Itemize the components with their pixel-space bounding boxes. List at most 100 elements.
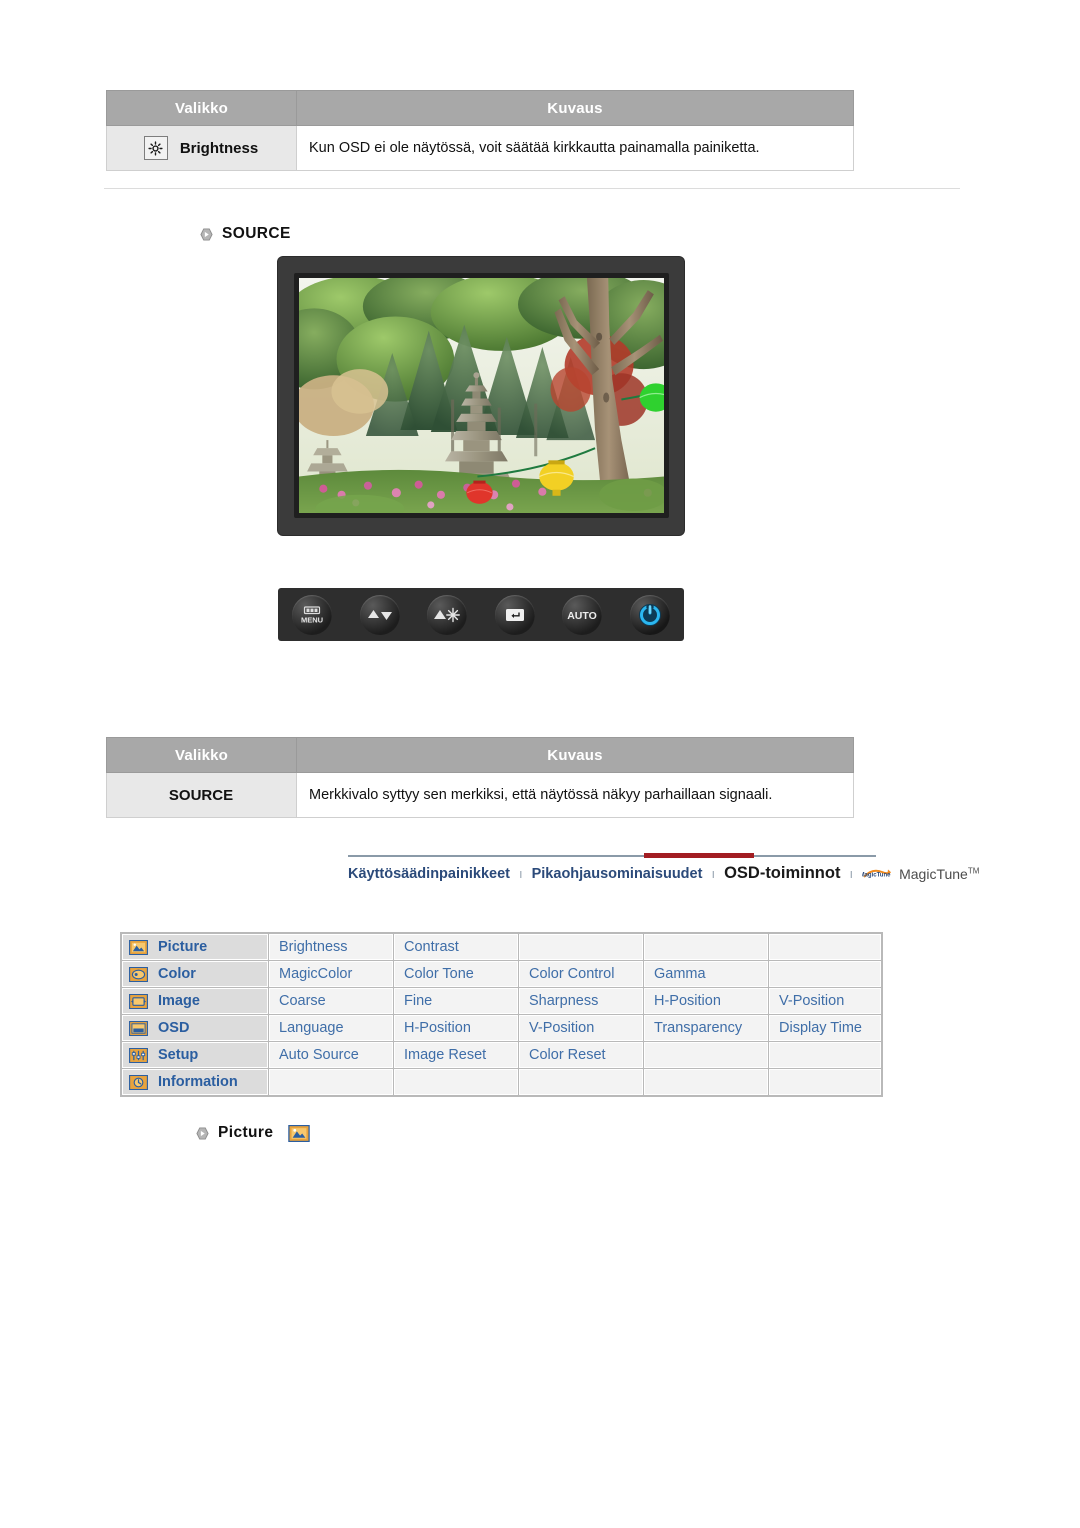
brightness-menu-label: Brightness [179,139,259,157]
picture-icon [288,1124,311,1142]
osd-item[interactable]: Color Control [519,961,643,987]
brightness-description-cell: Kun OSD ei ole näytössä, voit säätää kir… [296,125,854,171]
osd-item-empty [394,1069,518,1095]
table-row: Brightness Kun OSD ei ole näytössä, voit… [106,125,854,171]
osd-item-empty [519,1069,643,1095]
magictune-logo-icon: MagicTune [862,867,892,881]
osd-item[interactable]: V-Position [519,1015,643,1041]
osd-item-empty [644,934,768,960]
enter-screen-icon [505,608,524,621]
auto-button[interactable]: AUTO [562,594,603,635]
table-header-row: Valikko Kuvaus [106,90,854,126]
osd-item[interactable]: H-Position [644,988,768,1014]
osd-item[interactable]: Image Reset [394,1042,518,1068]
setup-icon [129,1047,148,1063]
color-icon [129,966,148,982]
osd-row-setup: Setup Auto Source Image Reset Color Rese… [122,1042,881,1068]
osd-item[interactable]: Color Tone [394,961,518,987]
osd-row-picture: Picture Brightness Contrast [122,934,881,960]
svg-text:AUTO: AUTO [568,610,598,622]
nav-separator: ı [711,866,716,881]
osd-item[interactable]: V-Position [769,988,881,1014]
osd-category-osd[interactable]: OSD [122,1015,268,1041]
osd-row-image: Image Coarse Fine Sharpness H-Position V… [122,988,881,1014]
power-button[interactable] [629,594,670,635]
trademark-mark: TM [967,865,980,875]
svg-text:MENU: MENU [301,615,323,624]
source-menu-cell: SOURCE [106,772,297,818]
osd-item-empty [519,934,643,960]
nav-separator: ı [849,866,854,881]
osd-row-color: Color MagicColor Color Tone Color Contro… [122,961,881,987]
osd-row-information: Information [122,1069,881,1095]
nav-item-osd-toiminnot[interactable]: OSD-toiminnot [724,864,840,883]
osd-item[interactable]: Coarse [269,988,393,1014]
osd-item[interactable]: Display Time [769,1015,881,1041]
osd-menu-matrix: Picture Brightness Contrast Color MagicC… [120,932,883,1097]
source-description-cell: Merkkivalo syttyy sen merkiksi, että näy… [296,772,854,818]
monitor-control-button-bar: MENU AUTO [278,588,684,641]
osd-category-color[interactable]: Color [122,961,268,987]
osd-item[interactable]: Transparency [644,1015,768,1041]
column-header-kuvaus: Kuvaus [296,737,854,773]
picture-icon [129,939,148,955]
osd-category-image[interactable]: Image [122,988,268,1014]
nav-active-marker [644,853,754,858]
osd-item[interactable]: Auto Source [269,1042,393,1068]
picture-heading-label: Picture [218,1124,274,1141]
nav-item-pikaohjausominaisuudet[interactable]: Pikaohjausominaisuudet [532,866,703,882]
brightness-menu-cell: Brightness [106,125,297,171]
image-icon [129,993,148,1009]
osd-category-label: Information [158,1074,238,1090]
source-heading-label: SOURCE [222,225,291,242]
osd-item-empty [269,1069,393,1095]
table-header-row: Valikko Kuvaus [106,737,854,773]
osd-item[interactable]: Gamma [644,961,768,987]
osd-item[interactable]: Contrast [394,934,518,960]
hex-bullet-icon [196,1126,209,1140]
up-down-arrow-icon [367,609,392,620]
brightness-button[interactable] [427,594,468,635]
osd-item-empty [644,1069,768,1095]
osd-item-empty [769,1042,881,1068]
osd-item[interactable]: Sharpness [519,988,643,1014]
auto-text-icon: AUTO [568,610,598,622]
source-section-heading: SOURCE [200,225,291,243]
osd-item[interactable]: Language [269,1015,393,1041]
osd-item[interactable]: Brightness [269,934,393,960]
magictune-label[interactable]: MagicTuneTM [899,866,979,882]
nav-rule [348,853,876,858]
brightness-description-table: Valikko Kuvaus Brightness Kun OSD ei ole… [106,90,854,171]
menu-button[interactable]: MENU [292,594,332,635]
hex-bullet-icon [200,227,213,241]
nav-separator: ı [518,866,523,881]
osd-item[interactable]: H-Position [394,1015,518,1041]
screen-photo [299,278,664,513]
information-icon [129,1074,148,1090]
enter-source-button[interactable] [494,594,535,635]
osd-category-label: Setup [158,1047,199,1063]
osd-item-empty [644,1042,768,1068]
osd-row-osd: OSD Language H-Position V-Position Trans… [122,1015,881,1041]
osd-category-information[interactable]: Information [122,1069,268,1095]
down-up-button[interactable] [359,594,400,635]
osd-item[interactable]: MagicColor [269,961,393,987]
osd-category-label: Color [158,966,196,982]
power-icon [638,603,661,626]
screen-bezel [294,273,669,518]
column-header-kuvaus: Kuvaus [296,90,854,126]
table-row: SOURCE Merkkivalo syttyy sen merkiksi, e… [106,772,854,818]
nav-item-kayttosaadinpainikkeet[interactable]: Käyttösäädinpainikkeet [348,866,510,882]
menu-bars-icon: MENU [301,605,323,624]
osd-item[interactable]: Color Reset [519,1042,643,1068]
osd-category-label: Picture [158,939,208,955]
source-description-table: Valikko Kuvaus SOURCE Merkkivalo syttyy … [106,737,854,818]
picture-section-heading: Picture [196,1124,311,1142]
section-nav: Käyttösäädinpainikkeet ı Pikaohjausomina… [348,853,979,883]
osd-category-setup[interactable]: Setup [122,1042,268,1068]
osd-category-picture[interactable]: Picture [122,934,268,960]
osd-item[interactable]: Fine [394,988,518,1014]
osd-icon [129,1020,148,1036]
monitor-illustration [278,257,684,535]
column-header-valikko: Valikko [106,90,297,126]
